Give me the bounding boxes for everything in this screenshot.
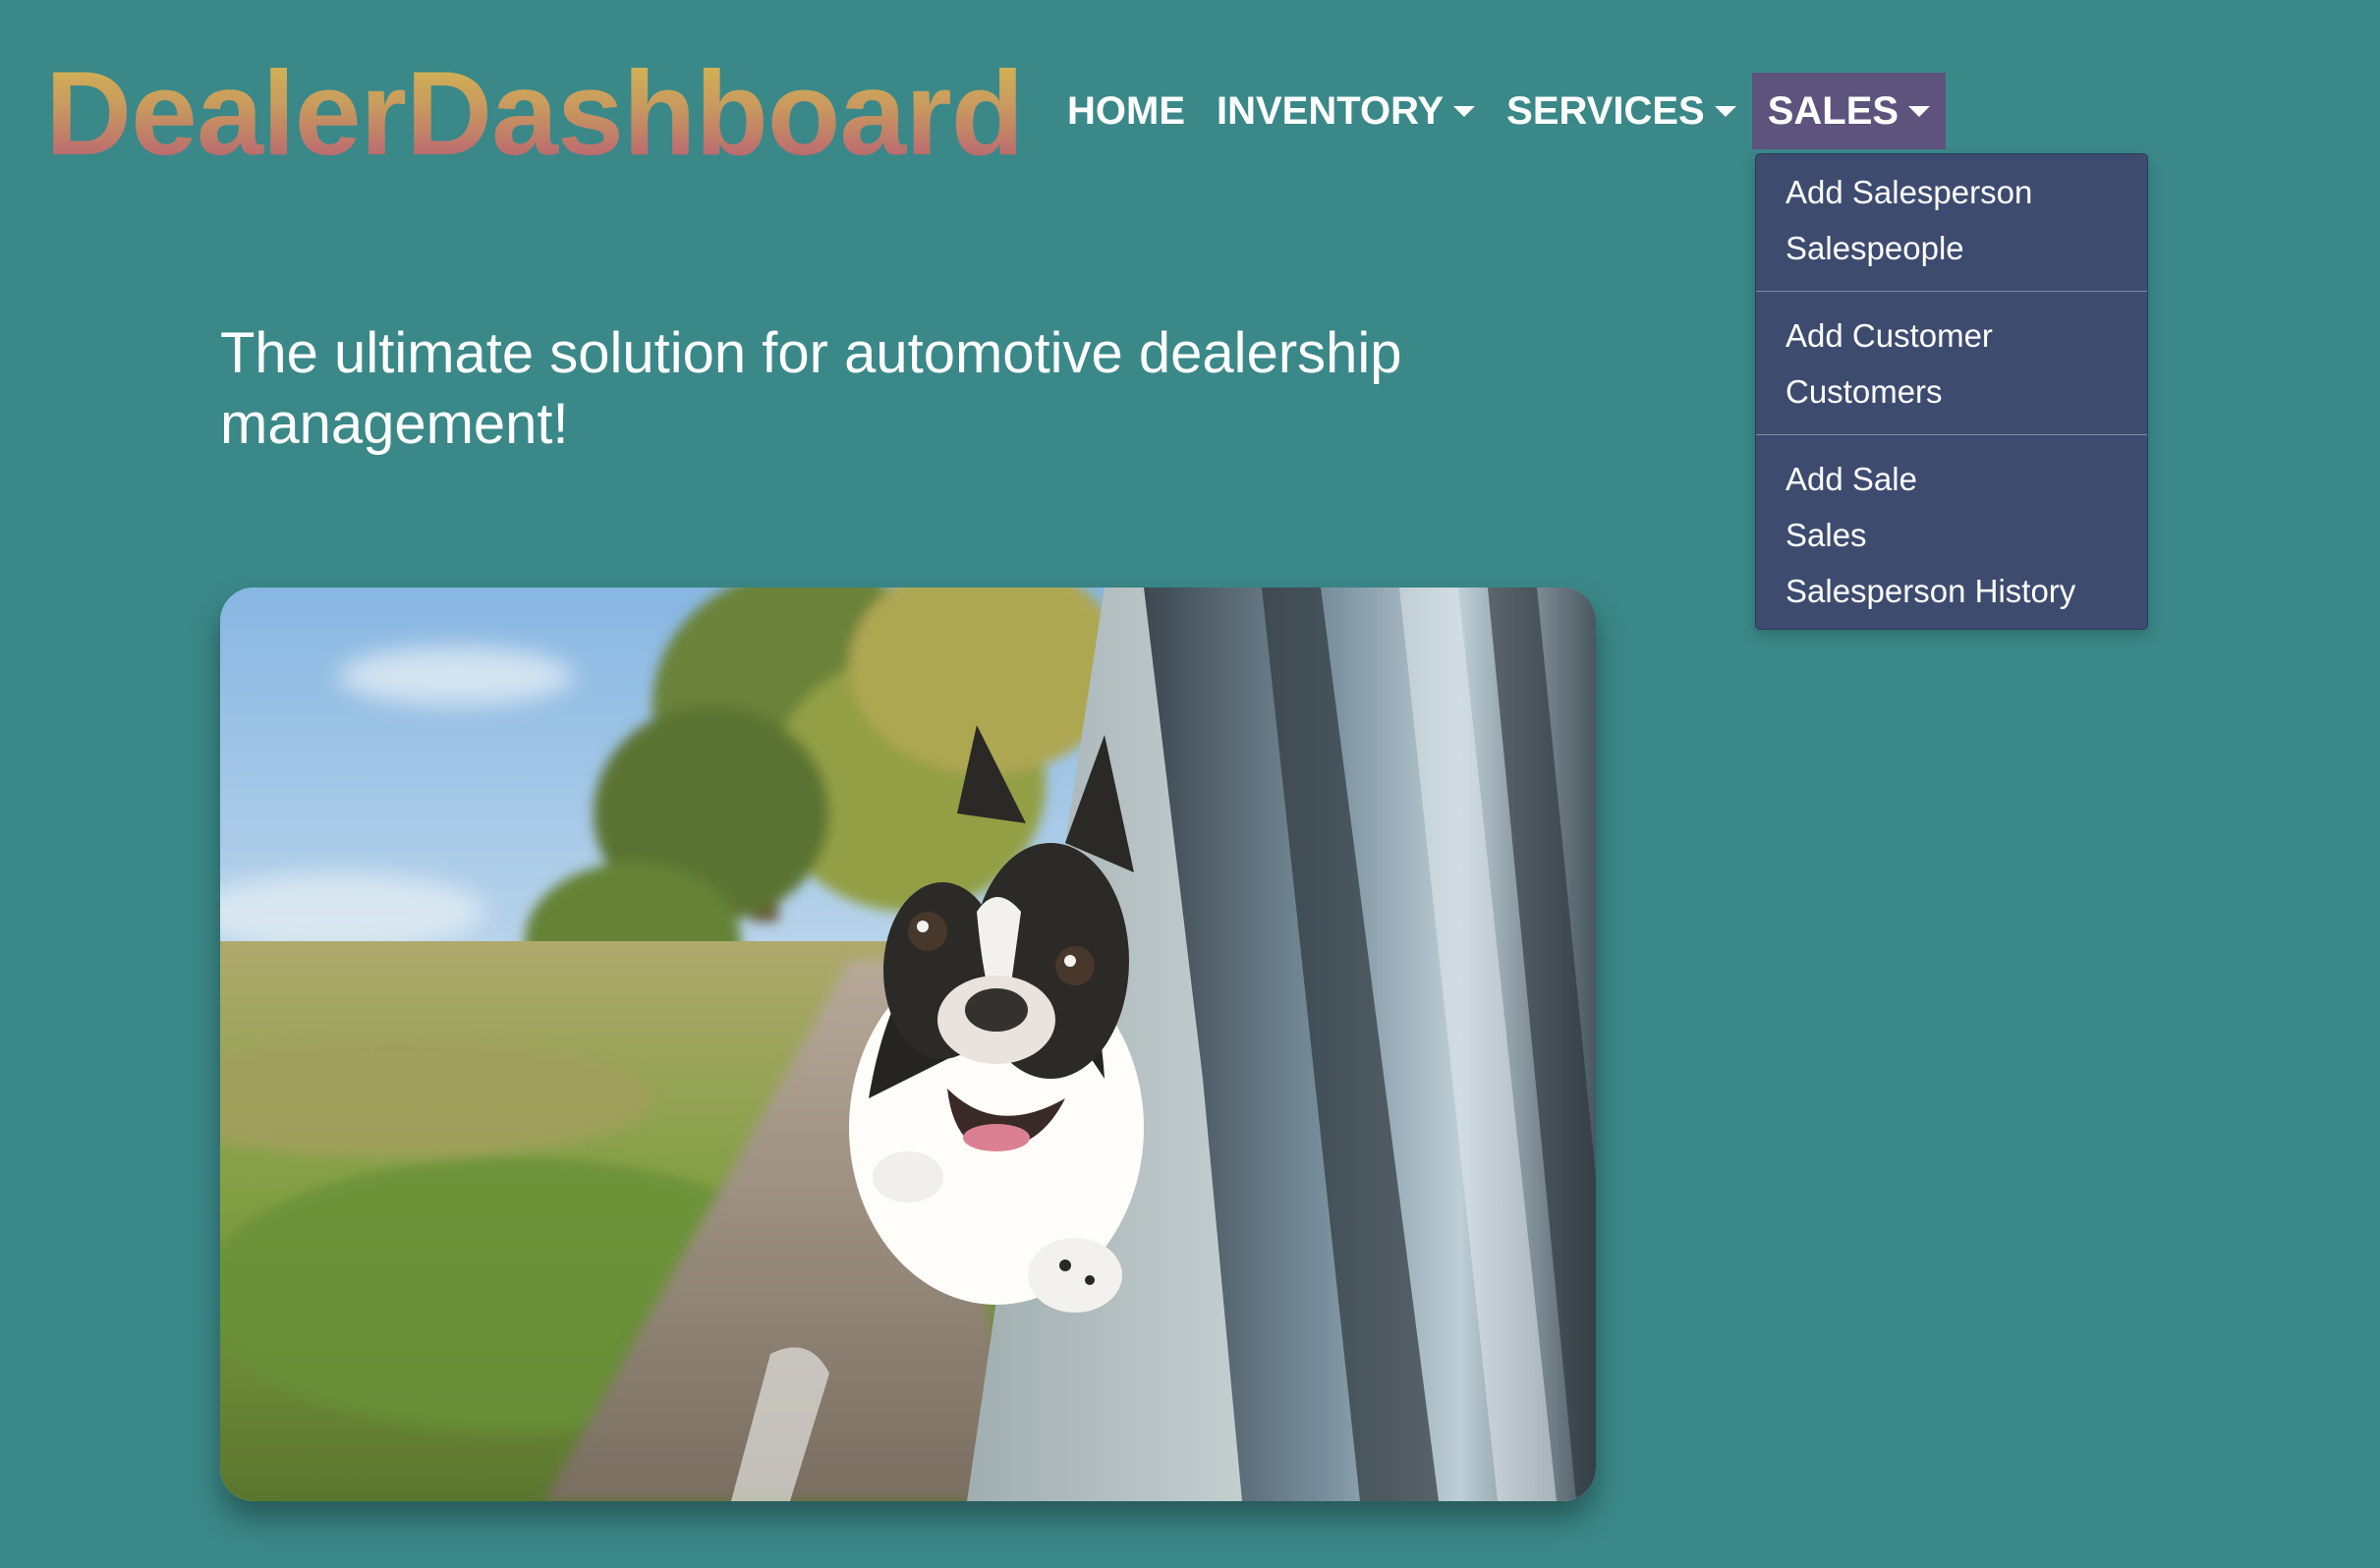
caret-down-icon: [1908, 105, 1931, 117]
nav-home[interactable]: HOME: [1051, 73, 1201, 149]
nav-inventory-label: INVENTORY: [1217, 89, 1445, 133]
nav-services-label: SERVICES: [1506, 89, 1705, 133]
dropdown-divider: [1756, 291, 2147, 292]
nav-inventory[interactable]: INVENTORY: [1201, 73, 1491, 149]
menu-item-add-customer[interactable]: Add Customer: [1756, 308, 2147, 364]
menu-item-salespeople[interactable]: Salespeople: [1756, 220, 2147, 276]
dropdown-divider: [1756, 434, 2147, 435]
main-nav: HOME INVENTORY SERVICES SALES: [1051, 73, 1947, 149]
hero-image: [220, 588, 1596, 1501]
caret-down-icon: [1453, 105, 1476, 117]
nav-sales-label: SALES: [1767, 89, 1899, 133]
brand-logo[interactable]: DealerDashboard: [45, 41, 1024, 185]
nav-home-label: HOME: [1067, 89, 1185, 133]
menu-item-customers[interactable]: Customers: [1756, 364, 2147, 420]
menu-item-salesperson-history[interactable]: Salesperson History: [1756, 563, 2147, 619]
menu-item-sales[interactable]: Sales: [1756, 507, 2147, 563]
caret-down-icon: [1714, 105, 1736, 117]
nav-services[interactable]: SERVICES: [1491, 73, 1752, 149]
menu-item-add-sale[interactable]: Add Sale: [1756, 451, 2147, 507]
menu-item-add-salesperson[interactable]: Add Salesperson: [1756, 164, 2147, 220]
dog-in-car-illustration: [220, 588, 1596, 1501]
sales-dropdown-menu: Add Salesperson Salespeople Add Customer…: [1755, 153, 2148, 630]
hero-tagline: The ultimate solution for automotive dea…: [220, 321, 1402, 456]
nav-sales[interactable]: SALES: [1751, 73, 1947, 149]
